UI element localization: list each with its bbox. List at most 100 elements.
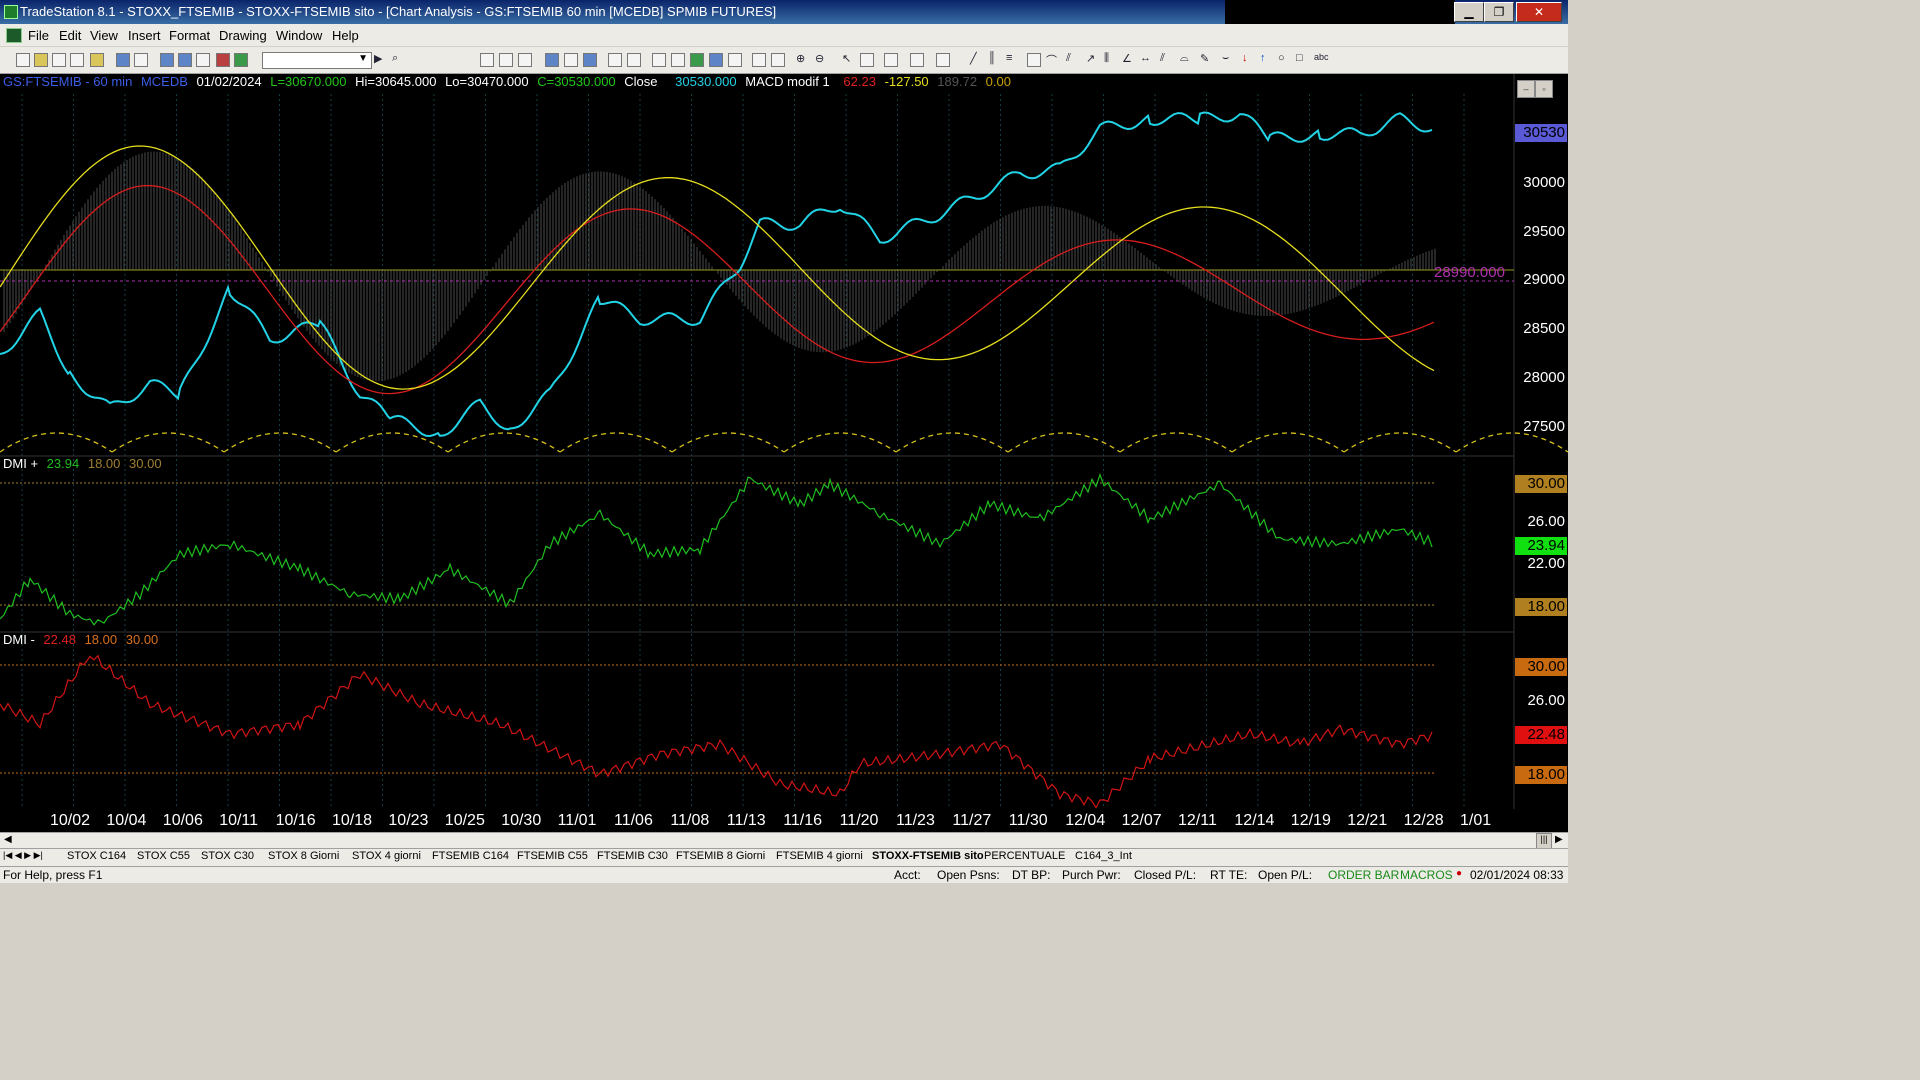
scroll-thumb[interactable]: ||| xyxy=(1536,833,1552,849)
chart-canvas[interactable] xyxy=(0,74,1568,834)
andrews-icon[interactable]: ⫼ xyxy=(1104,52,1109,65)
tool-icon-19[interactable] xyxy=(936,53,950,67)
tool-icon-17[interactable] xyxy=(884,53,898,67)
dmi-plus-level-1: 18.00 xyxy=(87,456,121,471)
symbol-combo[interactable]: ▼ xyxy=(262,52,372,69)
tool-icon-14[interactable] xyxy=(752,53,766,67)
tool-icon-20[interactable] xyxy=(1027,53,1041,67)
tab-nav-icon[interactable]: |◀ ◀ ▶ ▶| xyxy=(3,850,43,861)
menu-drawing[interactable]: Drawing xyxy=(219,28,267,43)
status-purch-pwr: Purch Pwr: xyxy=(1062,868,1121,882)
price-tick: 28000 xyxy=(1523,369,1565,386)
ray-icon[interactable]: ↗ xyxy=(1086,52,1095,65)
menu-format[interactable]: Format xyxy=(169,28,210,43)
channel-icon[interactable]: ⫽ xyxy=(1066,52,1071,65)
arrows-icon[interactable]: ↔ xyxy=(1140,52,1151,64)
subwindow-minimize-icon[interactable]: – xyxy=(1517,80,1535,98)
scroll-right-icon[interactable]: ▶ xyxy=(1555,834,1563,845)
maximize-icon[interactable]: ❐ xyxy=(1484,2,1514,22)
draw-icon[interactable] xyxy=(216,53,230,67)
tool-icon-11[interactable] xyxy=(690,53,704,67)
menu-view[interactable]: View xyxy=(90,28,118,43)
lock-icon[interactable] xyxy=(196,53,210,67)
tab-stox-c55[interactable]: STOX C55 xyxy=(137,850,190,862)
palette-icon[interactable] xyxy=(234,53,248,67)
pointer-icon[interactable]: ↖ xyxy=(842,52,851,65)
save-icon[interactable] xyxy=(116,53,130,67)
tab-c164-3-int[interactable]: C164_3_Int xyxy=(1075,850,1132,862)
layout-icon[interactable] xyxy=(160,53,174,67)
arrow-down-icon[interactable]: ↓ xyxy=(1242,52,1248,64)
scroll-left-icon[interactable]: ◀ xyxy=(4,834,12,845)
folder-icon[interactable] xyxy=(90,53,104,67)
minimize-icon[interactable]: ▁ xyxy=(1454,2,1484,22)
trendline-icon[interactable]: ╱ xyxy=(970,52,977,65)
text-icon[interactable]: abc xyxy=(1314,52,1329,62)
parallel-icon[interactable]: ⫽ xyxy=(1160,52,1165,65)
tool-icon-10[interactable] xyxy=(671,53,685,67)
tool-icon-1[interactable] xyxy=(480,53,494,67)
tool-icon-3[interactable] xyxy=(518,53,532,67)
menu-edit[interactable]: Edit xyxy=(59,28,81,43)
curve-icon[interactable]: ⌣ xyxy=(1222,52,1229,65)
new-window-icon[interactable] xyxy=(52,53,66,67)
rectangle-icon[interactable]: □ xyxy=(1296,52,1303,64)
horizontal-scrollbar[interactable]: ◀ ||| ▶ xyxy=(0,832,1568,849)
chevron-down-icon[interactable]: ▼ xyxy=(358,53,368,64)
new-icon[interactable] xyxy=(16,53,30,67)
tab-ftsemib-c30[interactable]: FTSEMIB C30 xyxy=(597,850,668,862)
circle-icon[interactable]: ○ xyxy=(1278,52,1285,64)
copy-icon[interactable] xyxy=(70,53,84,67)
tool-icon-6[interactable] xyxy=(583,53,597,67)
tab-percentuale[interactable]: PERCENTUALE xyxy=(984,850,1065,862)
zoom-out-icon[interactable]: ⊖ xyxy=(815,52,824,65)
zoom-in-icon[interactable]: ⊕ xyxy=(796,52,805,65)
tool-icon-12[interactable] xyxy=(709,53,723,67)
layout2-icon[interactable] xyxy=(178,53,192,67)
status-macros[interactable]: MACROS xyxy=(1400,868,1453,882)
pencil-icon[interactable]: ✎ xyxy=(1200,52,1209,65)
date-tick: 10/30 xyxy=(501,812,542,829)
menu-window[interactable]: Window xyxy=(276,28,322,43)
tool-icon-13[interactable] xyxy=(728,53,742,67)
tool-icon-2[interactable] xyxy=(499,53,513,67)
tab-stox-c164[interactable]: STOX C164 xyxy=(67,850,126,862)
tool-icon-16[interactable] xyxy=(860,53,874,67)
status-order-bar[interactable]: ORDER BAR xyxy=(1328,868,1399,882)
print-icon[interactable] xyxy=(134,53,148,67)
cycle-arc xyxy=(783,432,897,453)
arc-icon[interactable]: ⌓ xyxy=(1180,52,1189,65)
horizontal-lines-icon[interactable]: ≡ xyxy=(1006,52,1012,64)
play-icon[interactable]: ▶ xyxy=(374,52,382,65)
tool-icon-8[interactable] xyxy=(627,53,641,67)
menu-insert[interactable]: Insert xyxy=(128,28,161,43)
search-chart-icon[interactable]: ⌕ xyxy=(392,52,398,65)
close-icon[interactable]: ✕ xyxy=(1516,2,1562,22)
tab-ftsemib-c55[interactable]: FTSEMIB C55 xyxy=(517,850,588,862)
tool-icon-7[interactable] xyxy=(608,53,622,67)
dmi-plus-tick: 26.00 xyxy=(1527,513,1565,530)
menu-file[interactable]: File xyxy=(28,28,49,43)
tab-ftsemib-8-giorni[interactable]: FTSEMIB 8 Giorni xyxy=(676,850,765,862)
tab-stox-4-giorni[interactable]: STOX 4 giorni xyxy=(352,850,421,862)
tool-icon-9[interactable] xyxy=(652,53,666,67)
tab-stoxx-ftsemib-sito[interactable]: STOXX-FTSEMIB sito xyxy=(872,850,984,862)
tab-stox-8-giorni[interactable]: STOX 8 Giorni xyxy=(268,850,339,862)
angle-icon[interactable]: ∠ xyxy=(1122,52,1132,65)
fib-icon[interactable]: ⌒ xyxy=(1046,52,1057,68)
tab-ftsemib-4-giorni[interactable]: FTSEMIB 4 giorni xyxy=(776,850,863,862)
tool-icon-18[interactable] xyxy=(910,53,924,67)
tab-stox-c30[interactable]: STOX C30 xyxy=(201,850,254,862)
open-icon[interactable] xyxy=(34,53,48,67)
tab-ftsemib-c164[interactable]: FTSEMIB C164 xyxy=(432,850,509,862)
chart-area[interactable]: GS:FTSEMIB - 60 min MCEDB 01/02/2024 L=3… xyxy=(0,74,1568,834)
tool-icon-4[interactable] xyxy=(545,53,559,67)
date-tick: 10/23 xyxy=(388,812,429,829)
menu-help[interactable]: Help xyxy=(332,28,359,43)
tool-icon-15[interactable] xyxy=(771,53,785,67)
vertical-lines-icon[interactable]: ║ xyxy=(988,52,996,64)
arrow-up-icon[interactable]: ↑ xyxy=(1260,52,1266,64)
subwindow-restore-icon[interactable]: ▫ xyxy=(1535,80,1553,98)
chart-window-icon xyxy=(6,28,22,43)
tool-icon-5[interactable] xyxy=(564,53,578,67)
